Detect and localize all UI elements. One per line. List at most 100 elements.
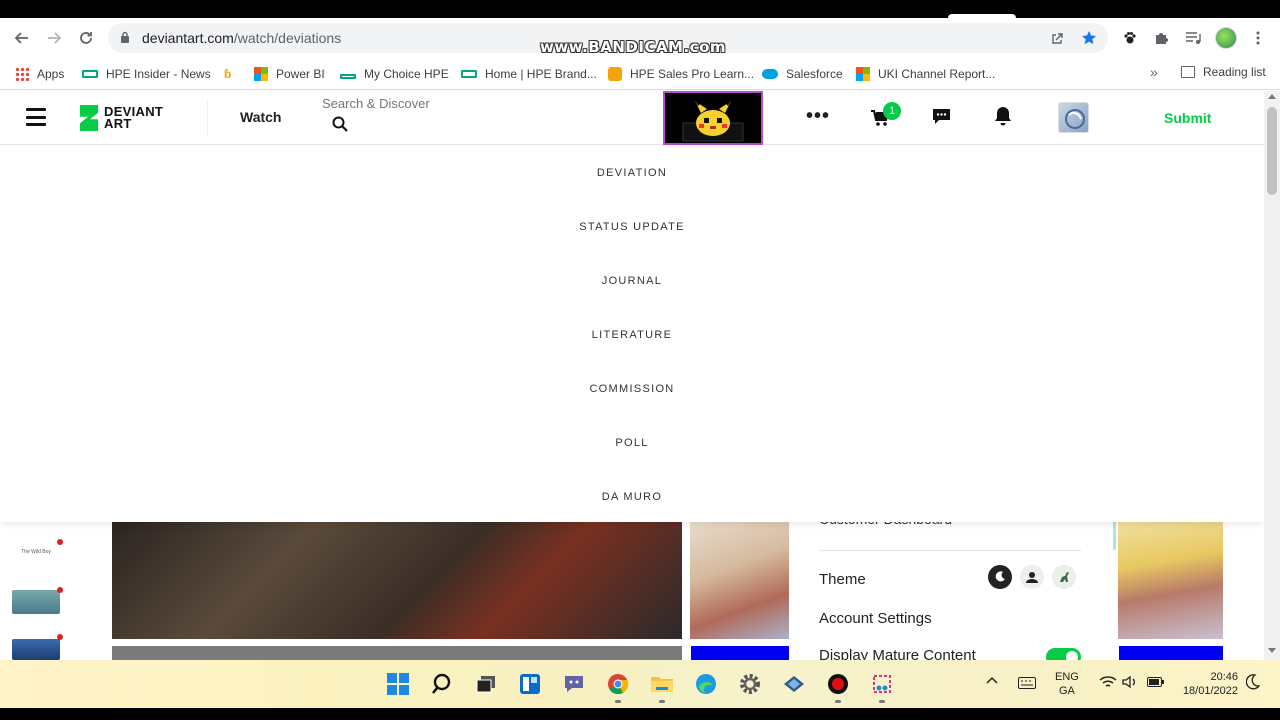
bookmark-label: Power BI [276,67,325,81]
chrome-icon[interactable] [606,672,630,696]
dropdown-item-literature[interactable]: LITERATURE [0,329,1264,341]
core-banner-pikachu[interactable] [663,91,763,145]
edge-icon[interactable] [694,672,718,696]
scroll-up-arrow-icon[interactable] [1268,94,1276,99]
more-bookmarks-button[interactable]: » [1150,64,1158,80]
sidebar-thumb[interactable] [12,639,60,660]
system-clock[interactable]: 20:46 18/01/2022 [1176,670,1238,698]
page-scrollbar[interactable] [1264,91,1280,660]
teams-chat-icon[interactable] [562,672,586,696]
url-path: /watch/deviations [233,30,342,46]
sidebar-thumb[interactable] [12,590,60,614]
more-options-icon[interactable]: ••• [806,105,830,128]
keyboard-icon[interactable] [1018,677,1036,692]
extension-paw-icon[interactable] [1120,28,1140,48]
chrome-profile-avatar[interactable] [1215,27,1237,49]
salesforce-icon [762,69,778,79]
bandicam-record-icon[interactable] [826,672,850,696]
windows-start-icon[interactable] [386,672,410,696]
panel-scroll-indicator [1113,522,1116,550]
widgets-icon[interactable] [518,672,542,696]
bookmark-hpe-brand[interactable]: Home | HPE Brand... [461,65,597,83]
extensions-puzzle-icon[interactable] [1152,28,1172,48]
back-button[interactable] [10,26,34,50]
messages-icon[interactable] [932,108,951,125]
chrome-menu-icon[interactable] [1248,28,1268,48]
file-explorer-icon[interactable] [650,672,674,696]
submit-type-dropdown: DEVIATION STATUS UPDATE JOURNAL LITERATU… [0,145,1264,522]
task-view-icon[interactable] [474,672,498,696]
reload-icon [80,32,92,44]
bookmark-my-choice-hpe[interactable]: My Choice HPE [340,65,449,83]
theme-contrast-button[interactable] [1020,565,1044,589]
hamburger-menu-icon[interactable] [26,108,46,126]
dropdown-item-journal[interactable]: JOURNAL [0,275,1264,287]
pikachu-pixel-art [665,93,761,143]
theme-green-button[interactable] [1052,565,1076,589]
deviantart-logo-icon [80,105,98,131]
reading-list-button[interactable]: Reading list [1181,65,1266,79]
deviation-thumbnail[interactable] [112,646,682,660]
windows-taskbar: ENG GA 20:46 18/01/2022 [0,660,1280,708]
url-text[interactable]: deviantart.com/watch/deviations [142,30,341,46]
dropdown-item-da-muro[interactable]: DA MURO [0,491,1264,503]
site-header: DEVIANT ART Watch Search & Discover ••• 1… [0,91,1264,145]
reload-button[interactable] [74,26,98,50]
bookmark-hpe-insider[interactable]: HPE Insider - News [82,65,211,83]
deviantart-logo[interactable]: DEVIANT ART [80,103,163,133]
clock-date: 18/01/2022 [1182,685,1238,697]
dropdown-item-status-update[interactable]: STATUS UPDATE [0,221,1264,233]
running-indicator [659,700,665,703]
forward-button[interactable] [42,26,66,50]
recording-border-bottom [0,708,1280,720]
submit-button[interactable]: Submit [1164,110,1211,126]
dropdown-item-commission[interactable]: COMMISSION [0,383,1264,395]
bookmark-hpe-sales-pro[interactable]: HPE Sales Pro Learn... [608,65,754,83]
user-avatar[interactable] [1058,102,1089,133]
apps-grid-icon [15,67,29,81]
bookmark-label: Home | HPE Brand... [485,67,597,81]
contrast-icon [1026,572,1038,583]
wifi-icon[interactable] [1099,675,1117,692]
input-language[interactable]: ENG GA [1055,670,1079,698]
scroll-down-arrow-icon[interactable] [1268,648,1276,653]
bookmark-label: UKI Channel Report... [878,67,996,81]
media-queue-icon[interactable] [1183,28,1203,48]
sidebar-thumb[interactable]: The Wild Boy [12,540,60,564]
hpe-icon [82,70,98,78]
vpn-icon[interactable] [782,672,806,696]
battery-icon[interactable] [1147,676,1165,691]
deviation-thumbnail[interactable] [112,522,682,639]
bookmark-uki-channel[interactable]: UKI Channel Report... [856,65,995,83]
scrollbar-thumb[interactable] [1267,107,1277,195]
search-icon[interactable] [430,672,454,696]
unread-dot [57,587,63,593]
volume-icon[interactable] [1122,675,1138,692]
bookmark-star-icon[interactable] [1080,29,1098,47]
share-icon[interactable] [1048,29,1066,47]
snipping-tool-icon[interactable] [870,672,894,696]
unread-dot [57,539,63,545]
watch-tab[interactable]: Watch [240,109,281,125]
focus-moon-icon[interactable] [1245,674,1261,693]
tray-chevron-up-icon[interactable] [985,672,999,688]
bookmark-salesforce[interactable]: Salesforce [762,65,843,83]
dropdown-item-poll[interactable]: POLL [0,437,1264,449]
dropdown-item-deviation[interactable]: DEVIATION [0,167,1264,179]
bookmark-apps[interactable]: Apps [15,65,64,83]
deviation-thumbnail[interactable] [1118,522,1223,639]
deviation-thumbnail[interactable] [690,522,789,639]
bookmark-b[interactable]: ɓ [224,65,242,83]
notifications-bell-icon[interactable] [994,106,1012,126]
search-input[interactable]: Search & Discover [322,96,430,111]
bookmark-power-bi[interactable]: Power BI [254,65,325,83]
theme-dark-button[interactable] [988,565,1012,589]
deviation-thumbnail[interactable] [1119,646,1223,660]
search-icon[interactable] [332,116,348,132]
account-settings-link[interactable]: Account Settings [819,610,932,627]
settings-gear-icon[interactable] [738,672,762,696]
dinosaur-icon [1060,572,1069,582]
lock-icon[interactable] [120,31,130,43]
deviation-thumbnail[interactable] [691,646,789,660]
arrow-left-icon [14,32,28,44]
